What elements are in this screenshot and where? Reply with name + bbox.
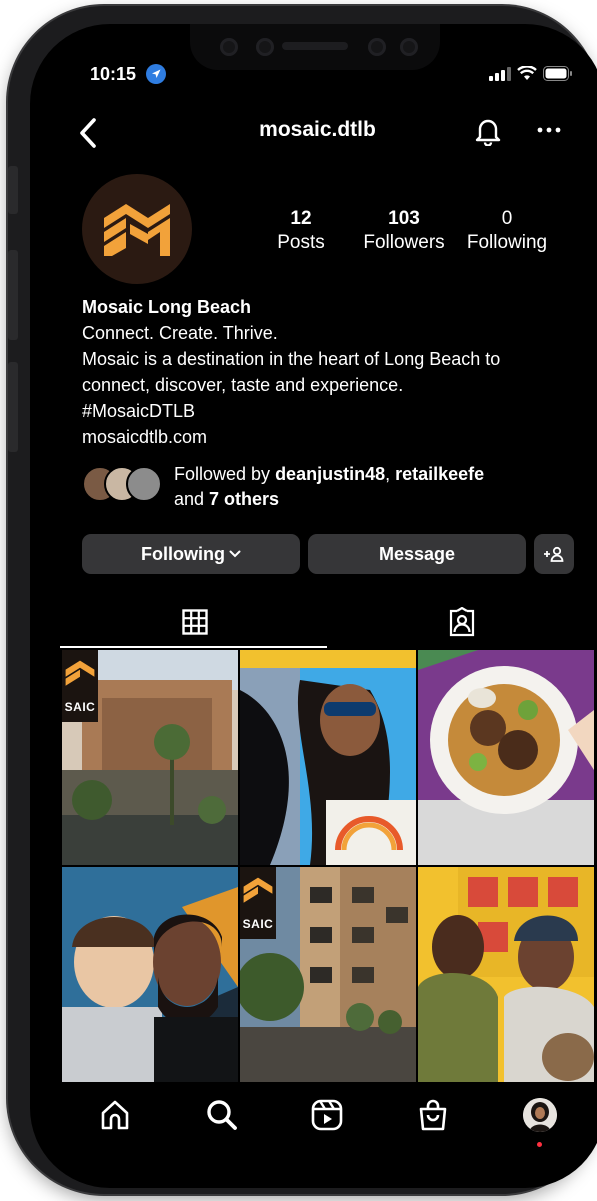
earpiece-speaker: [282, 42, 348, 50]
post-thumbnail[interactable]: SAIC: [62, 650, 238, 865]
volume-down-button: [8, 362, 18, 452]
wifi-icon: [517, 66, 537, 80]
notification-dot: [537, 1142, 542, 1147]
badge-text: SAIC: [64, 700, 96, 714]
mosaic-logo-icon: [104, 204, 170, 256]
search-icon[interactable]: [205, 1098, 239, 1132]
bio-line: Mosaic is a destination in the heart of …: [82, 349, 501, 369]
followers-count: 103: [388, 208, 420, 229]
notification-bell-icon[interactable]: [474, 116, 502, 146]
follower-name-1: deanjustin48: [275, 464, 386, 484]
location-arrow-icon: [146, 64, 166, 84]
follower-name-2: retailkeefe: [395, 464, 485, 484]
posts-grid-tab-icon[interactable]: [182, 609, 208, 635]
sensor-dot: [368, 38, 386, 56]
posts-stat[interactable]: 12 Posts: [266, 208, 336, 256]
post-thumbnail[interactable]: [418, 867, 594, 1082]
post-thumbnail[interactable]: SAIC: [240, 867, 416, 1082]
badge-text: SAIC: [242, 917, 274, 931]
status-indicators: [489, 66, 573, 81]
posts-count: 12: [290, 208, 312, 229]
followed-by-and: and: [174, 489, 210, 509]
post-image: [62, 867, 238, 1082]
reels-icon[interactable]: [310, 1098, 344, 1132]
followed-by-text: Followed by deanjustin48, retailkeefe an…: [174, 462, 484, 512]
following-count: 0: [501, 208, 513, 229]
mosaic-logo-icon: [243, 877, 273, 903]
shop-bag-icon[interactable]: [416, 1098, 450, 1132]
bio-line: Connect. Create. Thrive.: [82, 323, 278, 343]
suggested-users-button[interactable]: [534, 534, 574, 574]
following-stat[interactable]: 0 Following: [458, 208, 556, 256]
volume-up-button: [8, 250, 18, 340]
battery-icon: [543, 66, 572, 81]
followed-by-row[interactable]: Followed by deanjustin48, retailkeefe an…: [82, 462, 592, 512]
cellular-signal-icon: [489, 66, 511, 81]
mosaic-badge: SAIC: [62, 650, 98, 722]
followers-label: Followers: [363, 232, 445, 253]
profile-bio: Mosaic Long Beach Connect. Create. Thriv…: [82, 294, 592, 450]
profile-avatar-icon: [523, 1098, 557, 1132]
followers-stat[interactable]: 103 Followers: [352, 208, 456, 256]
bio-website-link[interactable]: mosaicdtlb.com: [82, 424, 592, 450]
follower-avatar: [126, 466, 162, 502]
post-image: [418, 867, 594, 1082]
bio-hashtag[interactable]: #MosaicDTLB: [82, 398, 592, 424]
posts-label: Posts: [277, 232, 325, 253]
mosaic-logo-icon: [65, 660, 95, 686]
following-label: Following: [466, 232, 548, 253]
phone-frame: 10:15 mosaic.dtlb 12 Posts 103 Followers…: [8, 6, 597, 1194]
sensor-dot: [220, 38, 238, 56]
tagged-photos-tab-icon[interactable]: [448, 607, 476, 637]
post-thumbnail[interactable]: [418, 650, 594, 865]
more-options-icon[interactable]: [536, 126, 562, 134]
notch: [190, 24, 440, 70]
followed-by-others: 7 others: [209, 489, 280, 509]
mosaic-badge: SAIC: [240, 867, 276, 939]
active-tab-indicator: [60, 646, 327, 648]
bio-line: connect, discover, taste and experience.: [82, 375, 404, 395]
posts-grid: SAIC SAIC: [62, 650, 594, 1084]
following-button-label: Following: [141, 543, 225, 564]
message-button[interactable]: Message: [308, 534, 526, 574]
post-thumbnail[interactable]: [62, 867, 238, 1082]
front-camera: [256, 38, 274, 56]
add-person-icon: [544, 546, 564, 562]
post-image: [418, 650, 594, 865]
status-time: 10:15: [90, 64, 137, 84]
chevron-down-icon: [229, 550, 241, 558]
home-icon[interactable]: [98, 1098, 132, 1132]
profile-display-name: Mosaic Long Beach: [82, 297, 252, 317]
profile-avatar[interactable]: [82, 174, 192, 284]
mute-switch: [8, 166, 18, 214]
bottom-nav: [30, 1086, 597, 1156]
profile-username: mosaic.dtlb: [259, 118, 376, 141]
post-thumbnail[interactable]: [240, 650, 416, 865]
sensor-dot: [400, 38, 418, 56]
message-button-label: Message: [378, 543, 456, 564]
post-image: [240, 650, 416, 865]
following-button[interactable]: Following: [82, 534, 300, 574]
profile-tab-avatar[interactable]: [523, 1098, 557, 1132]
followed-by-separator: ,: [385, 464, 396, 484]
screen: 10:15 mosaic.dtlb 12 Posts 103 Followers…: [30, 24, 597, 1188]
followed-by-prefix: Followed by: [174, 464, 276, 484]
